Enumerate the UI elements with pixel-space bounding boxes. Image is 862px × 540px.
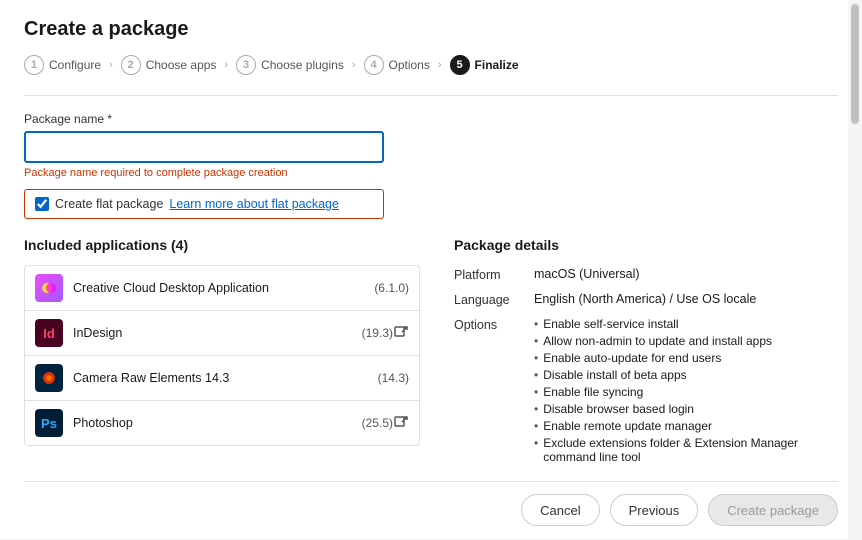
package-name-label: Package name *	[24, 112, 838, 126]
step-1-circle: 1	[24, 55, 44, 75]
list-item: Enable remote update manager	[534, 419, 838, 433]
step-2-circle: 2	[121, 55, 141, 75]
app-list: Creative Cloud Desktop Application (6.1.…	[24, 265, 420, 446]
list-item: Enable auto-update for end users	[534, 351, 838, 365]
footer: Cancel Previous Create package	[24, 481, 838, 540]
stepper: 1 Configure › 2 Choose apps › 3 Choose p…	[24, 55, 838, 75]
arrow-2: ›	[224, 59, 228, 71]
app-name: Camera Raw Elements 14.3	[73, 371, 374, 385]
app-version: (14.3)	[378, 371, 409, 385]
package-name-hint: Package name required to complete packag…	[24, 167, 838, 179]
content-area: Included applications (4) Creative Cloud…	[24, 237, 838, 477]
app-version: (6.1.0)	[374, 281, 409, 295]
app-name: Photoshop	[73, 416, 358, 430]
step-4-circle: 4	[364, 55, 384, 75]
step-2-label: Choose apps	[146, 58, 217, 72]
list-item: Exclude extensions folder & Extension Ma…	[534, 436, 838, 464]
language-value: English (North America) / Use OS locale	[534, 292, 756, 306]
app-name: Creative Cloud Desktop Application	[73, 281, 370, 295]
page-title: Create a package	[24, 18, 838, 41]
included-apps-title: Included applications (4)	[24, 237, 420, 253]
right-panel: Package details Platform macOS (Universa…	[444, 237, 838, 477]
create-package-button[interactable]: Create package	[708, 494, 838, 526]
step-4: 4 Options	[364, 55, 430, 75]
package-name-input[interactable]	[24, 131, 384, 163]
options-key: Options	[454, 317, 534, 332]
list-item: Creative Cloud Desktop Application (6.1.…	[24, 265, 420, 310]
app-version: (25.5)	[362, 416, 393, 430]
step-1: 1 Configure	[24, 55, 101, 75]
arrow-3: ›	[352, 59, 356, 71]
flat-package-checkbox[interactable]	[35, 197, 49, 211]
options-list: Enable self-service install Allow non-ad…	[534, 317, 838, 464]
package-name-field: Package name * Package name required to …	[24, 112, 838, 189]
list-item: Ps Photoshop (25.5)	[24, 400, 420, 446]
camera-raw-icon	[35, 364, 63, 392]
step-5-circle: 5	[450, 55, 470, 75]
list-item: Enable file syncing	[534, 385, 838, 399]
scroll-thumb	[851, 4, 859, 124]
list-item: Id InDesign (19.3)	[24, 310, 420, 355]
cancel-button[interactable]: Cancel	[521, 494, 599, 526]
step-3-label: Choose plugins	[261, 58, 344, 72]
step-4-label: Options	[389, 58, 430, 72]
step-5: 5 Finalize	[450, 55, 519, 75]
scrollbar[interactable]	[848, 0, 862, 539]
list-item: Allow non-admin to update and install ap…	[534, 334, 838, 348]
step-5-label: Finalize	[475, 58, 519, 72]
ps-icon: Ps	[35, 409, 63, 437]
list-item: Disable install of beta apps	[534, 368, 838, 382]
cc-icon	[35, 274, 63, 302]
flat-package-row: Create flat package Learn more about fla…	[24, 189, 384, 219]
platform-row: Platform macOS (Universal)	[454, 267, 838, 282]
step-3-circle: 3	[236, 55, 256, 75]
platform-value: macOS (Universal)	[534, 267, 640, 281]
main-container: Create a package 1 Configure › 2 Choose …	[0, 0, 862, 539]
app-version: (19.3)	[362, 326, 393, 340]
list-item: Enable self-service install	[534, 317, 838, 331]
package-details-title: Package details	[454, 237, 838, 253]
app-name: InDesign	[73, 326, 358, 340]
details-table: Platform macOS (Universal) Language Engl…	[454, 267, 838, 467]
external-link-icon[interactable]	[393, 325, 409, 341]
flat-package-link[interactable]: Learn more about flat package	[169, 197, 339, 211]
language-row: Language English (North America) / Use O…	[454, 292, 838, 307]
divider	[24, 95, 838, 96]
options-row: Options Enable self-service install Allo…	[454, 317, 838, 467]
step-2: 2 Choose apps	[121, 55, 217, 75]
external-link-icon[interactable]	[393, 415, 409, 431]
language-key: Language	[454, 292, 534, 307]
arrow-4: ›	[438, 59, 442, 71]
platform-key: Platform	[454, 267, 534, 282]
id-icon: Id	[35, 319, 63, 347]
list-item: Camera Raw Elements 14.3 (14.3)	[24, 355, 420, 400]
left-panel: Included applications (4) Creative Cloud…	[24, 237, 444, 477]
arrow-1: ›	[109, 59, 113, 71]
options-value: Enable self-service install Allow non-ad…	[534, 317, 838, 467]
step-1-label: Configure	[49, 58, 101, 72]
flat-package-label: Create flat package	[55, 197, 163, 211]
step-3: 3 Choose plugins	[236, 55, 344, 75]
list-item: Disable browser based login	[534, 402, 838, 416]
previous-button[interactable]: Previous	[610, 494, 699, 526]
